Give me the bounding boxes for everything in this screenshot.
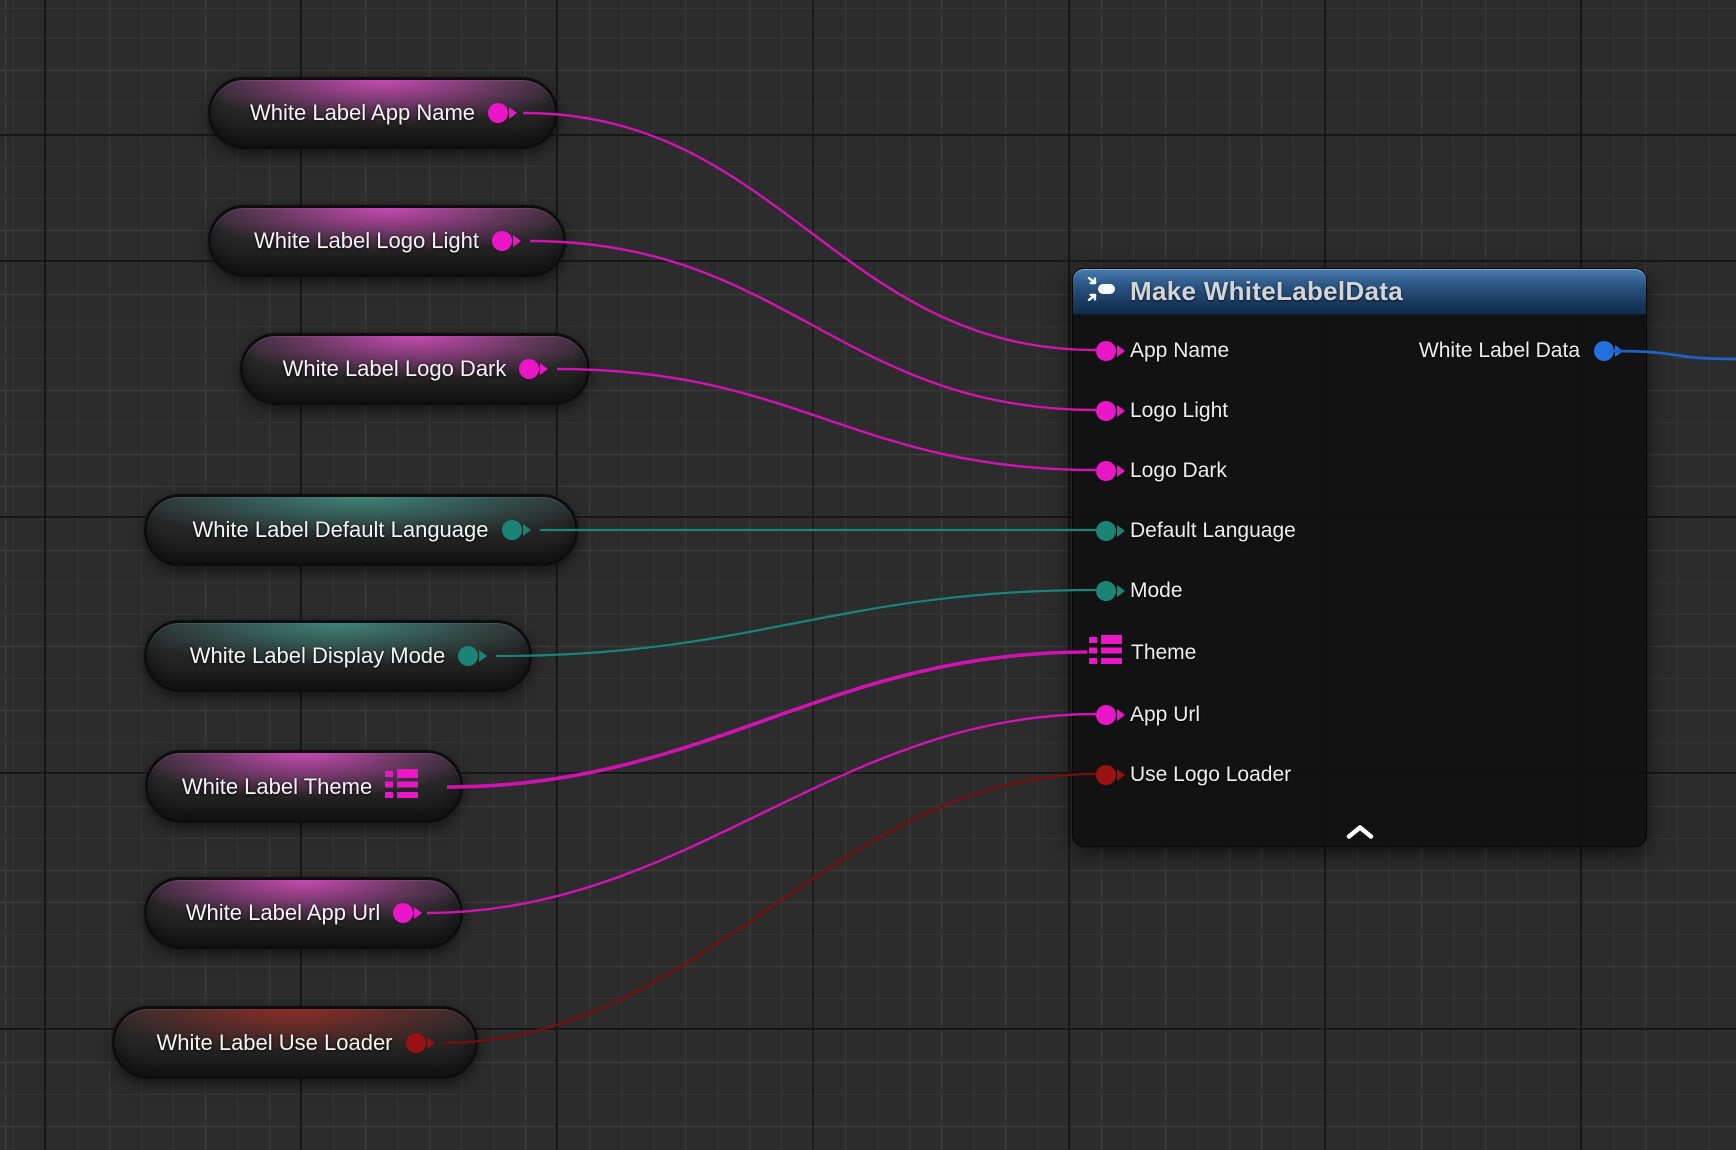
variable-node-label: White Label Default Language [193,517,489,543]
input-pin[interactable] [1096,521,1116,541]
input-pin[interactable] [1096,401,1116,421]
chevron-up-icon[interactable] [1345,825,1375,839]
input-pin-row: Default Language [1096,514,1296,548]
input-pin-label: Logo Light [1130,399,1228,423]
variable-output-pin[interactable] [406,1033,426,1053]
input-pin-row: App Url [1096,698,1200,732]
wire[interactable] [442,774,1096,1043]
variable-node[interactable]: White Label App Url [144,877,463,949]
input-pin-label: Mode [1130,579,1183,603]
variable-node-label: White Label Theme [182,774,372,800]
variable-node[interactable]: White Label Theme [145,750,463,823]
wire[interactable] [523,113,1096,350]
wire[interactable] [496,590,1096,656]
variable-node-label: White Label Logo Light [254,228,479,254]
input-pin[interactable] [1096,581,1116,601]
input-pin[interactable] [1096,341,1116,361]
blueprint-graph-canvas[interactable]: White Label App Name White Label Logo Li… [0,0,1736,1150]
variable-node[interactable]: White Label Display Mode [144,620,532,692]
wire[interactable] [427,714,1096,913]
variable-node-label: White Label Logo Dark [283,356,507,382]
input-pin-row: Theme [1096,636,1196,670]
variable-node-label: White Label App Name [250,100,475,126]
input-pin-row: Logo Dark [1096,454,1227,488]
variable-node-label: White Label Use Loader [156,1030,392,1056]
input-pin-row: App Name [1096,334,1229,368]
input-pin-label: App Name [1130,339,1229,363]
output-pin[interactable] [1594,341,1614,361]
variable-node[interactable]: White Label Logo Light [208,205,566,277]
input-pin[interactable] [1096,705,1116,725]
input-pin-label: App Url [1130,703,1200,727]
make-whitelabeldata-node[interactable]: Make WhiteLabelData App Name Logo Light Lo… [1072,268,1647,847]
output-pin-label: White Label Data [1419,339,1580,363]
variable-output-pin[interactable] [488,103,508,123]
input-pin-label: Logo Dark [1130,459,1227,483]
input-pin-row: Logo Light [1096,394,1228,428]
input-pin-row: Mode [1096,574,1183,608]
variable-output-pin[interactable] [492,231,512,251]
variable-output-pin[interactable] [393,903,413,923]
make-node-title: Make WhiteLabelData [1130,276,1403,307]
input-pin-row: Use Logo Loader [1096,758,1291,792]
input-pin-label: Use Logo Loader [1130,763,1291,787]
input-pin-label: Theme [1131,641,1196,665]
input-pin[interactable] [1096,461,1116,481]
variable-output-pin[interactable] [458,646,478,666]
wire[interactable] [447,652,1087,787]
make-node-header[interactable]: Make WhiteLabelData [1073,269,1646,315]
variable-node-label: White Label App Url [186,900,380,926]
variable-output-pin[interactable] [519,359,539,379]
input-pin-label: Default Language [1130,519,1296,543]
variable-output-pin[interactable] [502,520,522,540]
variable-node[interactable]: White Label App Name [208,77,558,149]
variable-node[interactable]: White Label Logo Dark [240,333,590,405]
output-pin-row: White Label Data [1419,334,1614,368]
wire[interactable] [557,369,1096,470]
make-struct-icon [1087,277,1119,306]
variable-node-label: White Label Display Mode [190,643,446,669]
variable-node[interactable]: White Label Default Language [144,494,578,566]
struct-pin-icon[interactable] [385,769,418,805]
variable-node[interactable]: White Label Use Loader [112,1006,478,1079]
input-pin[interactable] [1096,765,1116,785]
wire[interactable] [530,241,1096,410]
struct-pin-icon[interactable] [1089,635,1122,671]
